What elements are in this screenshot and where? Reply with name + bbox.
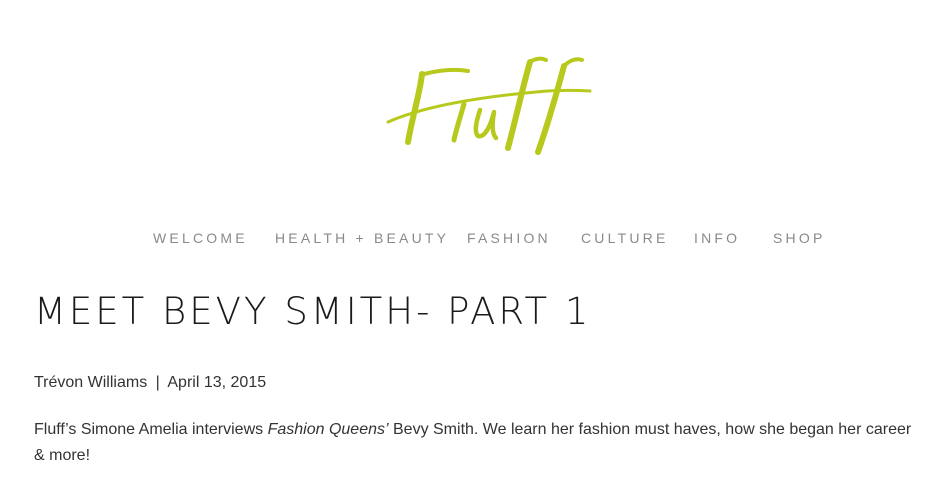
nav-item-fashion[interactable]: FASHION: [467, 229, 551, 247]
site-logo[interactable]: [360, 48, 600, 168]
post-title[interactable]: MEET BEVY SMITH- PART 1: [34, 290, 591, 334]
excerpt-show-name: Fashion Queens’: [267, 421, 389, 438]
post-excerpt: Fluff’s Simone Amelia interviews Fashion…: [34, 417, 924, 469]
nav-item-health-beauty[interactable]: HEALTH + BEAUTY: [275, 229, 449, 247]
nav-item-info[interactable]: INFO: [694, 229, 740, 247]
nav-item-welcome[interactable]: WELCOME: [153, 229, 248, 247]
excerpt-text-start: Fluff’s Simone Amelia interviews: [34, 421, 268, 438]
post-meta: Trévon Williams | April 13, 2015: [34, 373, 266, 393]
fluff-logo-icon: [386, 56, 592, 155]
main-nav: WELCOME HEALTH + BEAUTY FASHION CULTURE …: [0, 229, 946, 249]
meta-separator: |: [155, 374, 160, 391]
post-author-link[interactable]: Trévon Williams: [34, 374, 147, 391]
nav-item-culture[interactable]: CULTURE: [581, 229, 668, 247]
post-date-link[interactable]: April 13, 2015: [167, 374, 266, 391]
nav-item-shop[interactable]: SHOP: [773, 229, 825, 247]
